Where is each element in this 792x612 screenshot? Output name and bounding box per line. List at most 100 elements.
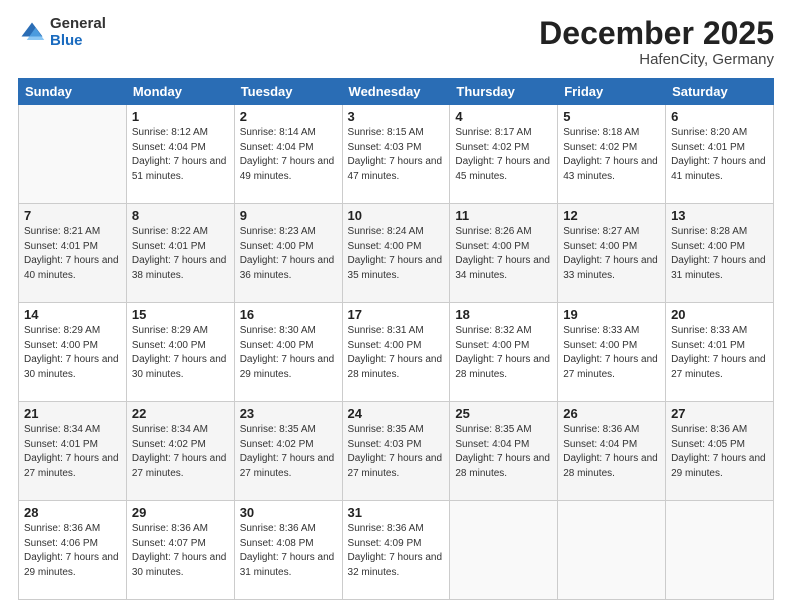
calendar-week-row: 28 Sunrise: 8:36 AM Sunset: 4:06 PM Dayli…: [19, 501, 774, 600]
day-number: 24: [348, 406, 445, 421]
day-number: 8: [132, 208, 229, 223]
day-number: 18: [455, 307, 552, 322]
table-row: 31 Sunrise: 8:36 AM Sunset: 4:09 PM Dayli…: [342, 501, 450, 600]
day-number: 29: [132, 505, 229, 520]
logo-text: General Blue: [50, 16, 106, 49]
day-info: Sunrise: 8:35 AM Sunset: 4:04 PM Dayligh…: [455, 423, 552, 481]
table-row: 13Sunrise: 8:28 AM Sunset: 4:00 PM Dayli…: [666, 204, 774, 303]
day-info: Sunrise: 8:21 AM Sunset: 4:01 PM Dayligh…: [24, 225, 121, 283]
day-number: 7: [24, 208, 121, 223]
table-row: 3 Sunrise: 8:15 AM Sunset: 4:03 PM Daylig…: [342, 105, 450, 204]
day-number: 2: [240, 109, 337, 124]
logo-blue-text: Blue: [50, 33, 106, 50]
table-row: 17 Sunrise: 8:31 AM Sunset: 4:00 PM Dayli…: [342, 303, 450, 402]
day-info: Sunrise: 8:36 AM Sunset: 4:06 PM Dayligh…: [24, 522, 121, 580]
day-info: Sunrise: 8:20 AM Sunset: 4:01 PM Dayligh…: [671, 126, 768, 184]
header-wednesday: Wednesday: [342, 79, 450, 105]
calendar-header-row: Sunday Monday Tuesday Wednesday Thursday…: [19, 79, 774, 105]
day-number: 30: [240, 505, 337, 520]
calendar-week-row: 21 Sunrise: 8:34 AM Sunset: 4:01 PM Dayli…: [19, 402, 774, 501]
day-info: Sunrise: 8:24 AM Sunset: 4:00 PM Dayligh…: [348, 225, 445, 283]
table-row: 12 Sunrise: 8:27 AM Sunset: 4:00 PM Dayli…: [558, 204, 666, 303]
day-number: 26: [563, 406, 660, 421]
day-number: 11: [455, 208, 552, 223]
header-friday: Friday: [558, 79, 666, 105]
month-title: December 2025: [539, 16, 774, 51]
table-row: 25Sunrise: 8:35 AM Sunset: 4:04 PM Dayli…: [450, 402, 558, 501]
table-row: 15 Sunrise: 8:29 AM Sunset: 4:00 PM Dayli…: [126, 303, 234, 402]
table-row: 16 Sunrise: 8:30 AM Sunset: 4:00 PM Dayli…: [234, 303, 342, 402]
table-row: 26 Sunrise: 8:36 AM Sunset: 4:04 PM Dayli…: [558, 402, 666, 501]
day-number: 27: [671, 406, 768, 421]
day-number: 31: [348, 505, 445, 520]
day-number: 15: [132, 307, 229, 322]
day-number: 6: [671, 109, 768, 124]
table-row: [19, 105, 127, 204]
day-info: Sunrise: 8:27 AM Sunset: 4:00 PM Dayligh…: [563, 225, 660, 283]
day-info: Sunrise: 8:31 AM Sunset: 4:00 PM Dayligh…: [348, 324, 445, 382]
table-row: 7 Sunrise: 8:21 AM Sunset: 4:01 PM Daylig…: [19, 204, 127, 303]
day-info: Sunrise: 8:36 AM Sunset: 4:04 PM Dayligh…: [563, 423, 660, 481]
table-row: 6 Sunrise: 8:20 AM Sunset: 4:01 PM Daylig…: [666, 105, 774, 204]
table-row: 27 Sunrise: 8:36 AM Sunset: 4:05 PM Dayli…: [666, 402, 774, 501]
day-number: 3: [348, 109, 445, 124]
day-number: 16: [240, 307, 337, 322]
day-info: Sunrise: 8:32 AM Sunset: 4:00 PM Dayligh…: [455, 324, 552, 382]
calendar-table: Sunday Monday Tuesday Wednesday Thursday…: [18, 78, 774, 600]
table-row: [558, 501, 666, 600]
page: General Blue December 2025 HafenCity, Ge…: [0, 0, 792, 612]
day-info: Sunrise: 8:23 AM Sunset: 4:00 PM Dayligh…: [240, 225, 337, 283]
header-tuesday: Tuesday: [234, 79, 342, 105]
day-info: Sunrise: 8:29 AM Sunset: 4:00 PM Dayligh…: [132, 324, 229, 382]
table-row: 28 Sunrise: 8:36 AM Sunset: 4:06 PM Dayli…: [19, 501, 127, 600]
day-info: Sunrise: 8:36 AM Sunset: 4:05 PM Dayligh…: [671, 423, 768, 481]
logo-icon: [18, 19, 46, 47]
table-row: 21 Sunrise: 8:34 AM Sunset: 4:01 PM Dayli…: [19, 402, 127, 501]
header-saturday: Saturday: [666, 79, 774, 105]
table-row: 10 Sunrise: 8:24 AM Sunset: 4:00 PM Dayli…: [342, 204, 450, 303]
day-number: 20: [671, 307, 768, 322]
logo-general-text: General: [50, 16, 106, 33]
day-info: Sunrise: 8:28 AM Sunset: 4:00 PM Dayligh…: [671, 225, 768, 283]
table-row: [666, 501, 774, 600]
day-info: Sunrise: 8:35 AM Sunset: 4:02 PM Dayligh…: [240, 423, 337, 481]
table-row: 8Sunrise: 8:22 AM Sunset: 4:01 PM Daylig…: [126, 204, 234, 303]
day-number: 23: [240, 406, 337, 421]
table-row: 2Sunrise: 8:14 AM Sunset: 4:04 PM Daylig…: [234, 105, 342, 204]
day-info: Sunrise: 8:18 AM Sunset: 4:02 PM Dayligh…: [563, 126, 660, 184]
table-row: 4 Sunrise: 8:17 AM Sunset: 4:02 PM Daylig…: [450, 105, 558, 204]
table-row: 19Sunrise: 8:33 AM Sunset: 4:00 PM Dayli…: [558, 303, 666, 402]
table-row: 18 Sunrise: 8:32 AM Sunset: 4:00 PM Dayli…: [450, 303, 558, 402]
day-number: 10: [348, 208, 445, 223]
day-number: 17: [348, 307, 445, 322]
day-info: Sunrise: 8:15 AM Sunset: 4:03 PM Dayligh…: [348, 126, 445, 184]
day-info: Sunrise: 8:34 AM Sunset: 4:01 PM Dayligh…: [24, 423, 121, 481]
header-monday: Monday: [126, 79, 234, 105]
day-number: 12: [563, 208, 660, 223]
table-row: 22Sunrise: 8:34 AM Sunset: 4:02 PM Dayli…: [126, 402, 234, 501]
title-block: December 2025 HafenCity, Germany: [539, 16, 774, 68]
table-row: 5Sunrise: 8:18 AM Sunset: 4:02 PM Daylig…: [558, 105, 666, 204]
day-info: Sunrise: 8:17 AM Sunset: 4:02 PM Dayligh…: [455, 126, 552, 184]
header-thursday: Thursday: [450, 79, 558, 105]
day-number: 1: [132, 109, 229, 124]
table-row: 24 Sunrise: 8:35 AM Sunset: 4:03 PM Dayli…: [342, 402, 450, 501]
table-row: 14Sunrise: 8:29 AM Sunset: 4:00 PM Dayli…: [19, 303, 127, 402]
day-number: 14: [24, 307, 121, 322]
day-info: Sunrise: 8:35 AM Sunset: 4:03 PM Dayligh…: [348, 423, 445, 481]
day-info: Sunrise: 8:36 AM Sunset: 4:09 PM Dayligh…: [348, 522, 445, 580]
day-info: Sunrise: 8:26 AM Sunset: 4:00 PM Dayligh…: [455, 225, 552, 283]
table-row: 20Sunrise: 8:33 AM Sunset: 4:01 PM Dayli…: [666, 303, 774, 402]
day-number: 9: [240, 208, 337, 223]
day-info: Sunrise: 8:36 AM Sunset: 4:08 PM Dayligh…: [240, 522, 337, 580]
day-info: Sunrise: 8:34 AM Sunset: 4:02 PM Dayligh…: [132, 423, 229, 481]
day-info: Sunrise: 8:36 AM Sunset: 4:07 PM Dayligh…: [132, 522, 229, 580]
day-number: 28: [24, 505, 121, 520]
table-row: 29 Sunrise: 8:36 AM Sunset: 4:07 PM Dayli…: [126, 501, 234, 600]
day-info: Sunrise: 8:30 AM Sunset: 4:00 PM Dayligh…: [240, 324, 337, 382]
location-subtitle: HafenCity, Germany: [539, 51, 774, 68]
day-number: 4: [455, 109, 552, 124]
table-row: 11 Sunrise: 8:26 AM Sunset: 4:00 PM Dayli…: [450, 204, 558, 303]
day-number: 21: [24, 406, 121, 421]
table-row: [450, 501, 558, 600]
